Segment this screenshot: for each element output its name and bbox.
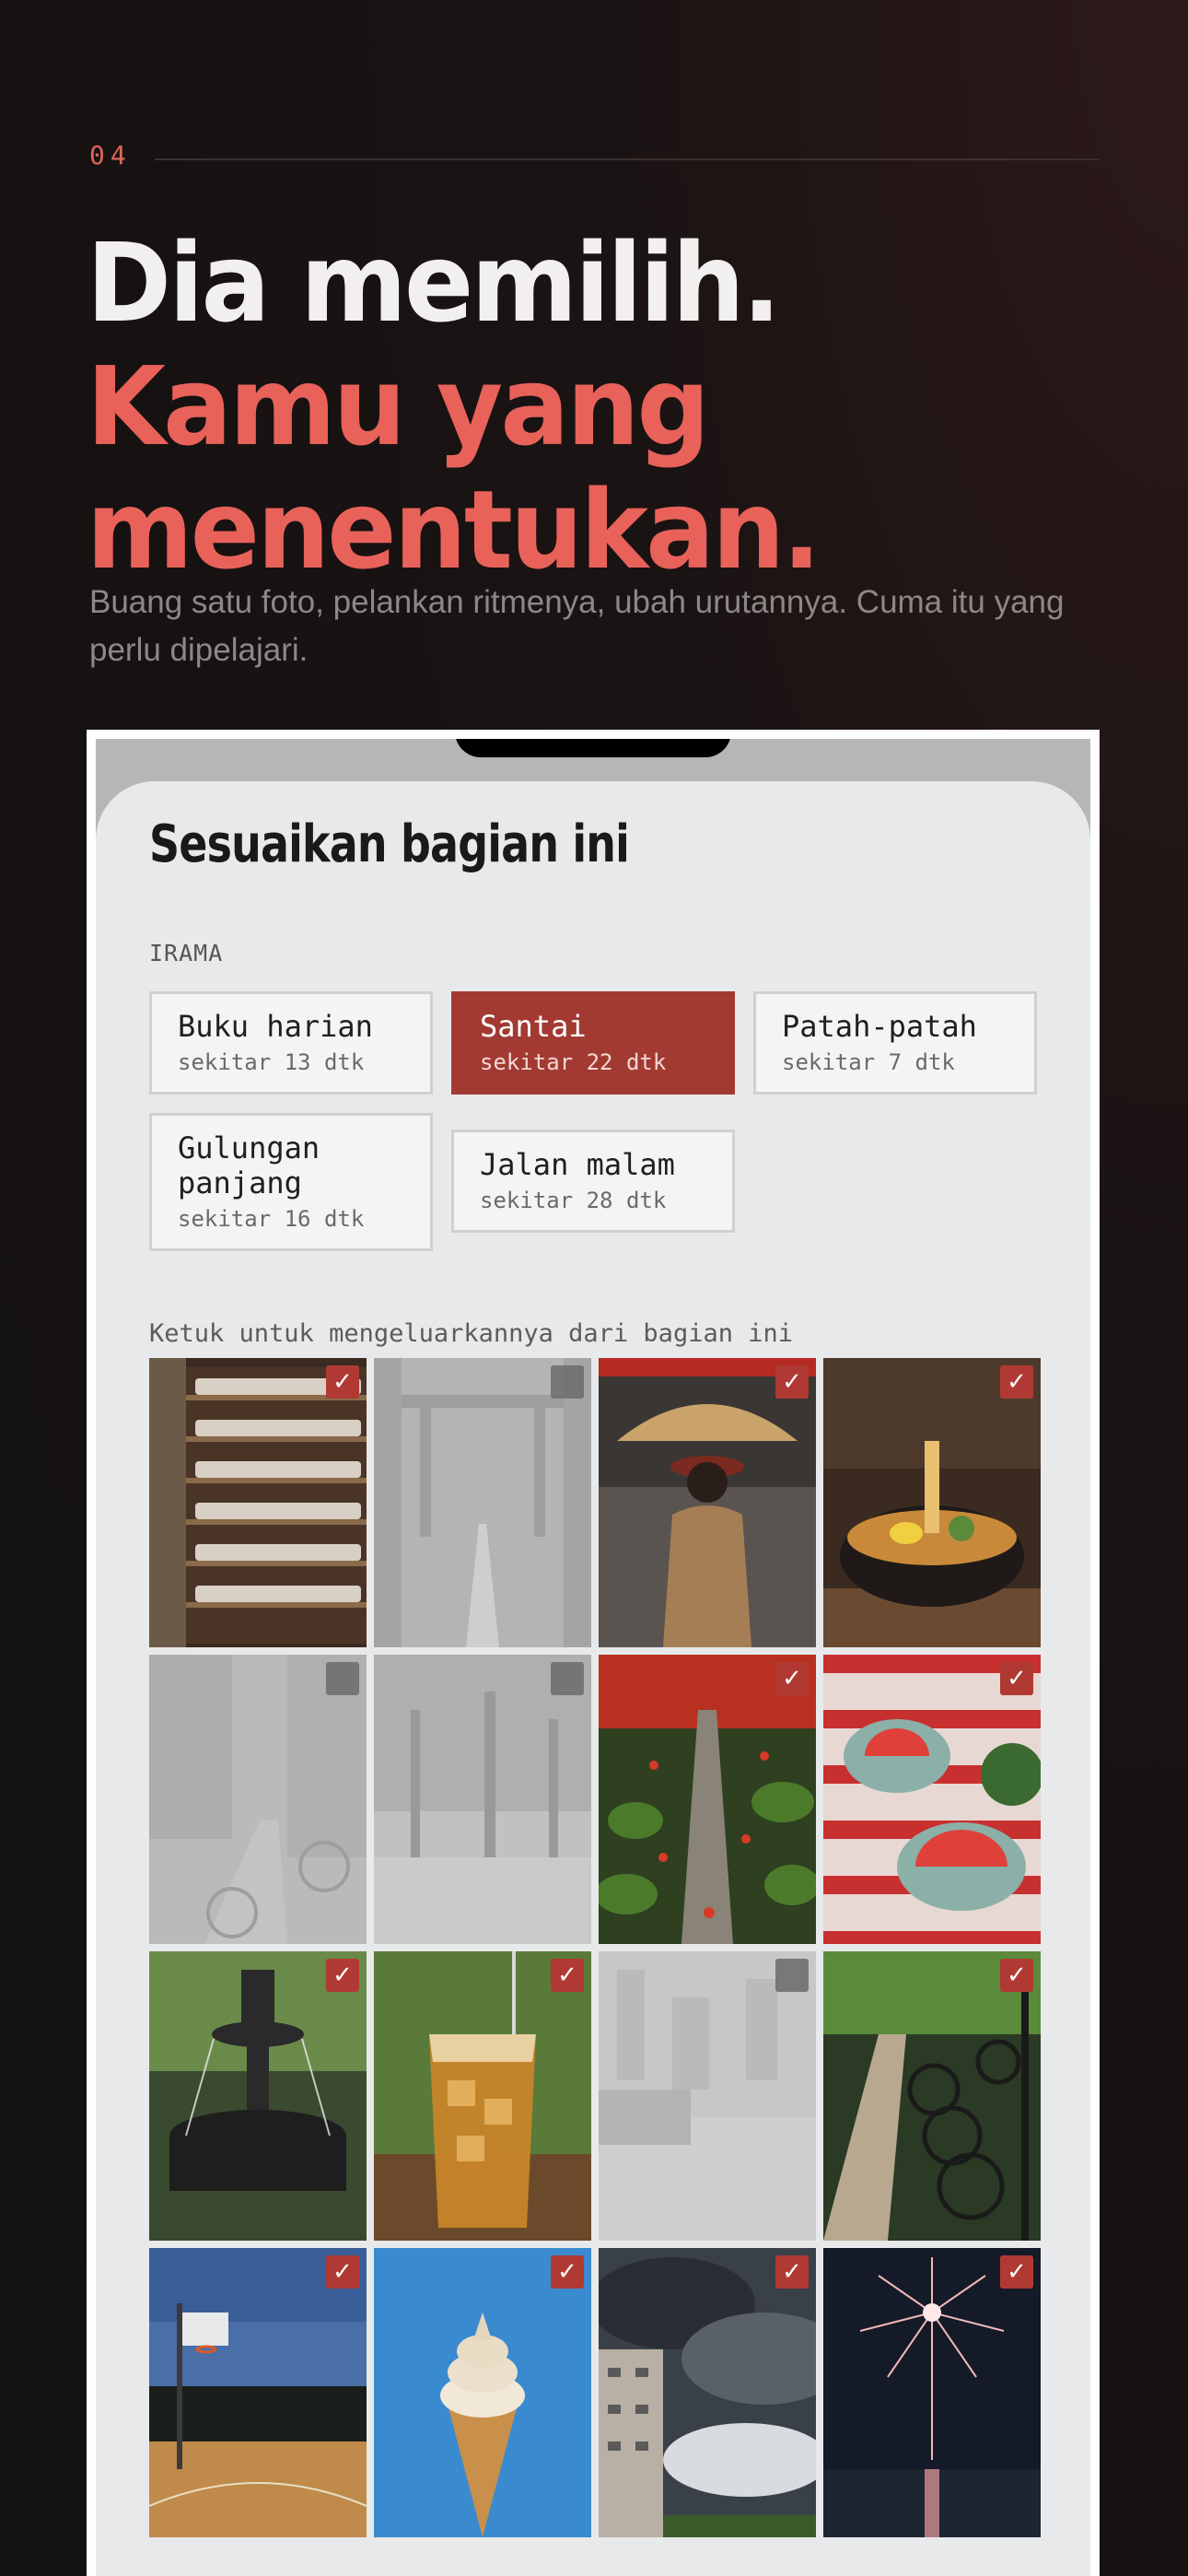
- subtitle: Buang satu foto, pelankan ritmenya, ubah…: [89, 584, 1065, 668]
- photo-tile[interactable]: ✓: [374, 1951, 591, 2241]
- photo-umbrella-street: [599, 1358, 816, 1647]
- photo-cup-shelves: [149, 1358, 367, 1647]
- photo-basketball-court: [149, 2248, 367, 2537]
- phone-screen: Sesuaikan bagian ini IRAMA Buku harian s…: [96, 739, 1090, 2576]
- photo-storm-clouds: [599, 2248, 816, 2537]
- rhythm-option-jalan-malam[interactable]: Jalan malam sekitar 28 dtk: [451, 1130, 735, 1233]
- rhythm-option-buku-harian[interactable]: Buku harian sekitar 13 dtk: [149, 991, 433, 1095]
- photo-canal-bicycle: [149, 1655, 367, 1944]
- phone-mockup: Sesuaikan bagian ini IRAMA Buku harian s…: [87, 730, 1100, 2576]
- include-checkbox[interactable]: ✓: [551, 1662, 584, 1695]
- photo-park-trees: [374, 1655, 591, 1944]
- rhythm-option-gulungan-panjang[interactable]: Gulungan panjang sekitar 16 dtk: [149, 1113, 433, 1251]
- rhythm-option-name: Patah-patah: [782, 1009, 977, 1044]
- include-checkbox[interactable]: ✓: [1000, 1365, 1033, 1399]
- photo-tile[interactable]: ✓: [374, 2248, 591, 2537]
- include-checkbox[interactable]: ✓: [1000, 2255, 1033, 2289]
- photo-tile[interactable]: ✓: [149, 2248, 367, 2537]
- rhythm-option-name: Buku harian: [178, 1009, 373, 1044]
- photo-iced-tea: [374, 1951, 591, 2241]
- rhythm-option-name: Jalan malam: [480, 1147, 675, 1182]
- include-checkbox[interactable]: ✓: [326, 1959, 359, 1992]
- section-number: 04: [89, 140, 132, 170]
- include-checkbox[interactable]: ✓: [326, 1365, 359, 1399]
- include-checkbox[interactable]: ✓: [1000, 1662, 1033, 1695]
- rhythm-option-name: Gulungan panjang: [178, 1130, 320, 1200]
- photo-tile[interactable]: ✓: [374, 1358, 591, 1647]
- photo-tile[interactable]: ✓: [599, 2248, 816, 2537]
- photo-tile[interactable]: ✓: [149, 1655, 367, 1944]
- rhythm-label: IRAMA: [149, 940, 224, 966]
- rhythm-option-duration: sekitar 22 dtk: [480, 1049, 667, 1075]
- photo-fountain: [149, 1951, 367, 2241]
- phone-notch: [455, 739, 731, 757]
- photo-tile[interactable]: ✓: [823, 2248, 1041, 2537]
- rhythm-option-santai[interactable]: Santai sekitar 22 dtk: [451, 991, 735, 1095]
- include-checkbox[interactable]: ✓: [551, 2255, 584, 2289]
- photo-bicycle-rack: [823, 1951, 1041, 2241]
- photo-tile[interactable]: ✓: [374, 1655, 591, 1944]
- rhythm-option-name: Santai: [480, 1009, 587, 1044]
- grid-hint: Ketuk untuk mengeluarkannya dari bagian …: [149, 1319, 793, 1348]
- rhythm-option-patah-patah[interactable]: Patah-patah sekitar 7 dtk: [753, 991, 1037, 1095]
- sheet-title: Sesuaikan bagian ini: [149, 814, 630, 874]
- rhythm-option-duration: sekitar 13 dtk: [178, 1049, 365, 1075]
- photo-fireworks: [823, 2248, 1041, 2537]
- photo-ramen-bowl: [823, 1358, 1041, 1647]
- include-checkbox[interactable]: ✓: [775, 1959, 809, 1992]
- headline-line-1: Dia memilih.: [87, 219, 781, 346]
- section-divider: [155, 158, 1100, 160]
- photo-tile[interactable]: ✓: [149, 1358, 367, 1647]
- photo-torii-path: [374, 1358, 591, 1647]
- photo-grid: ✓ ✓ ✓ ✓ ✓ ✓ ✓ ✓ ✓ ✓ ✓ ✓: [149, 1358, 1041, 2537]
- include-checkbox[interactable]: ✓: [775, 2255, 809, 2289]
- photo-tile[interactable]: ✓: [599, 1358, 816, 1647]
- headline-line-2: Kamu yang menentukan.: [87, 343, 821, 593]
- include-checkbox[interactable]: ✓: [551, 1365, 584, 1399]
- photo-tile[interactable]: ✓: [149, 1951, 367, 2241]
- include-checkbox[interactable]: ✓: [326, 1662, 359, 1695]
- rhythm-option-duration: sekitar 7 dtk: [782, 1049, 955, 1075]
- photo-ice-cream-cone: [374, 2248, 591, 2537]
- photo-tile[interactable]: ✓: [823, 1951, 1041, 2241]
- include-checkbox[interactable]: ✓: [551, 1959, 584, 1992]
- rhythm-option-duration: sekitar 28 dtk: [480, 1188, 667, 1213]
- include-checkbox[interactable]: ✓: [1000, 1959, 1033, 1992]
- photo-tile[interactable]: ✓: [823, 1655, 1041, 1944]
- rhythm-option-duration: sekitar 16 dtk: [178, 1206, 365, 1232]
- photo-tile[interactable]: ✓: [823, 1358, 1041, 1647]
- customize-sheet: Sesuaikan bagian ini IRAMA Buku harian s…: [96, 781, 1090, 2576]
- include-checkbox[interactable]: ✓: [775, 1662, 809, 1695]
- photo-tile[interactable]: ✓: [599, 1655, 816, 1944]
- headline: Dia memilih. Kamu yang menentukan.: [87, 221, 1039, 591]
- include-checkbox[interactable]: ✓: [326, 2255, 359, 2289]
- photo-tile[interactable]: ✓: [599, 1951, 816, 2241]
- photo-maple-stone-path: [599, 1655, 816, 1944]
- include-checkbox[interactable]: ✓: [775, 1365, 809, 1399]
- photo-city-rooftops: [599, 1951, 816, 2241]
- photo-watermelon-picnic: [823, 1655, 1041, 1944]
